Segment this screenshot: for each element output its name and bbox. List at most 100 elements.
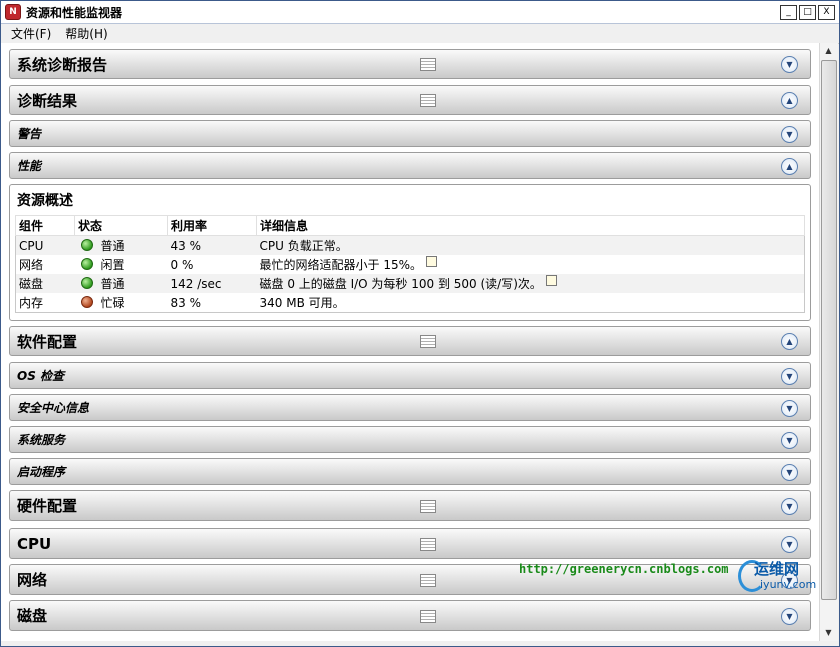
chevron-up-icon[interactable]: ▲ xyxy=(781,333,798,350)
table-row: 网络 闲置 0 % 最忙的网络适配器小于 15%。 xyxy=(16,255,805,274)
table-view-icon[interactable] xyxy=(420,335,436,348)
section-title: 系统服务 xyxy=(17,433,66,447)
watermark-brand-url: iyunv.com xyxy=(760,578,817,591)
title-bar: N 资源和性能监视器 _ □ X xyxy=(1,1,839,24)
table-view-icon[interactable] xyxy=(420,94,436,107)
table-row: 内存 忙碌 83 % 340 MB 可用。 xyxy=(16,293,805,313)
cell-component: 磁盘 xyxy=(15,274,75,293)
section-title: 警告 xyxy=(17,127,42,141)
table-row: CPU 普通 43 % CPU 负载正常。 xyxy=(15,235,805,255)
menu-bar: 文件(F) 帮助(H) xyxy=(1,24,839,44)
section-system-services[interactable]: 系统服务 ▼ xyxy=(9,426,811,453)
chevron-down-icon[interactable]: ▼ xyxy=(781,399,798,417)
status-text: 普通 xyxy=(100,239,125,253)
section-title: 硬件配置 xyxy=(17,497,78,515)
status-ok-icon xyxy=(80,277,93,289)
chevron-down-icon[interactable]: ▼ xyxy=(781,56,798,73)
section-disk[interactable]: 磁盘 ▼ xyxy=(9,600,811,631)
section-warnings[interactable]: 警告 ▼ xyxy=(9,120,811,147)
status-text: 普通 xyxy=(100,277,125,291)
window-controls: _ □ X xyxy=(780,4,835,20)
scroll-up-icon[interactable]: ▲ xyxy=(820,43,837,59)
section-title: 软件配置 xyxy=(17,332,78,351)
cell-component: 网络 xyxy=(19,258,44,272)
cell-detail: CPU 负载正常。 xyxy=(256,235,805,255)
watermark-brand: 运维网 xyxy=(754,560,800,578)
scroll-down-icon[interactable]: ▼ xyxy=(820,625,837,641)
cell-detail: 最忙的网络适配器小于 15%。 xyxy=(257,255,805,274)
table-header-row: 组件 状态 利用率 详细信息 xyxy=(15,215,805,236)
status-text: 闲置 xyxy=(100,258,125,272)
note-icon[interactable] xyxy=(545,275,557,286)
col-usage[interactable]: 利用率 xyxy=(167,215,257,236)
col-detail[interactable]: 详细信息 xyxy=(256,215,805,236)
window-title: 资源和性能监视器 xyxy=(26,5,123,20)
cell-usage: 0 % xyxy=(170,257,194,272)
menu-help[interactable]: 帮助(H) xyxy=(65,25,107,42)
section-title: 启动程序 xyxy=(17,465,66,479)
chevron-down-icon[interactable]: ▼ xyxy=(781,535,798,553)
chevron-down-icon[interactable]: ▼ xyxy=(781,431,798,449)
section-title: 性能 xyxy=(17,159,42,173)
section-cpu[interactable]: CPU ▼ xyxy=(9,528,811,559)
cell-component: CPU xyxy=(15,235,75,255)
note-icon[interactable] xyxy=(426,256,437,267)
status-ok-icon xyxy=(80,258,93,270)
cell-status: 普通 xyxy=(74,235,168,255)
watermark-url: http://greenerycn.cnblogs.com xyxy=(519,562,729,576)
section-title: 系统诊断报告 xyxy=(17,55,108,74)
detail-text: 最忙的网络适配器小于 15%。 xyxy=(259,258,423,272)
close-button[interactable]: X xyxy=(818,4,835,20)
watermark-logo: 运维网 iyunv.com xyxy=(738,558,818,594)
section-security-center[interactable]: 安全中心信息 ▼ xyxy=(9,394,811,421)
chevron-down-icon[interactable]: ▼ xyxy=(781,497,798,515)
table-row: 磁盘 普通 142 /sec 磁盘 0 上的磁盘 I/O 为每秒 100 到 5… xyxy=(15,274,805,293)
table-view-icon[interactable] xyxy=(420,573,436,587)
col-component[interactable]: 组件 xyxy=(15,215,75,236)
chevron-down-icon[interactable]: ▼ xyxy=(781,367,798,385)
vertical-scrollbar[interactable]: ▲ ▼ xyxy=(819,43,838,641)
cell-component: 内存 xyxy=(19,296,44,310)
table-view-icon[interactable] xyxy=(420,499,436,513)
status-ok-icon xyxy=(80,239,93,251)
section-os-check[interactable]: OS 检查 ▼ xyxy=(9,362,811,389)
section-startup-programs[interactable]: 启动程序 ▼ xyxy=(9,458,811,485)
status-text: 忙碌 xyxy=(100,296,125,310)
cell-detail: 340 MB 可用。 xyxy=(259,296,345,310)
maximize-button[interactable]: □ xyxy=(799,4,816,20)
menu-file[interactable]: 文件(F) xyxy=(11,25,51,42)
section-title: OS 检查 xyxy=(17,369,65,383)
app-icon: N xyxy=(5,4,21,20)
chevron-down-icon[interactable]: ▼ xyxy=(781,125,798,143)
cell-detail: 磁盘 0 上的磁盘 I/O 为每秒 100 到 500 (读/写)次。 xyxy=(256,274,805,293)
chevron-down-icon[interactable]: ▼ xyxy=(781,607,798,625)
minimize-button[interactable]: _ xyxy=(780,4,797,20)
cell-usage: 142 /sec xyxy=(167,274,257,293)
section-diagnostic-results[interactable]: 诊断结果 ▲ xyxy=(9,85,811,115)
detail-text: 磁盘 0 上的磁盘 I/O 为每秒 100 到 500 (读/写)次。 xyxy=(259,277,542,291)
chevron-down-icon[interactable]: ▼ xyxy=(781,463,798,481)
overview-title: 资源概述 xyxy=(17,193,73,209)
cell-usage: 43 % xyxy=(167,235,257,255)
table-view-icon[interactable] xyxy=(420,537,436,551)
resource-table: 组件 状态 利用率 详细信息 CPU 普通 43 % CPU 负载正常。 网络 … xyxy=(15,215,805,313)
section-hardware-config[interactable]: 硬件配置 ▼ xyxy=(9,490,811,521)
chevron-up-icon[interactable]: ▲ xyxy=(781,92,798,109)
section-software-config[interactable]: 软件配置 ▲ xyxy=(9,326,811,356)
cell-usage: 83 % xyxy=(170,295,202,310)
section-title: 诊断结果 xyxy=(17,91,78,110)
scroll-thumb[interactable] xyxy=(821,60,837,600)
section-title: CPU xyxy=(17,534,52,553)
report-content: 系统诊断报告 ▼ 诊断结果 ▲ 警告 ▼ 性能 ▲ 资源概述 组件 状态 利用率… xyxy=(1,43,819,641)
section-title: 磁盘 xyxy=(17,607,48,625)
col-status[interactable]: 状态 xyxy=(74,215,168,236)
section-system-report[interactable]: 系统诊断报告 ▼ xyxy=(9,49,811,79)
chevron-up-icon[interactable]: ▲ xyxy=(781,157,798,175)
cell-status: 闲置 xyxy=(75,255,168,274)
status-busy-icon xyxy=(80,296,93,308)
section-performance[interactable]: 性能 ▲ xyxy=(9,152,811,179)
cell-status: 普通 xyxy=(74,274,168,293)
section-title: 安全中心信息 xyxy=(17,401,90,415)
table-view-icon[interactable] xyxy=(420,58,436,71)
table-view-icon[interactable] xyxy=(420,609,436,623)
